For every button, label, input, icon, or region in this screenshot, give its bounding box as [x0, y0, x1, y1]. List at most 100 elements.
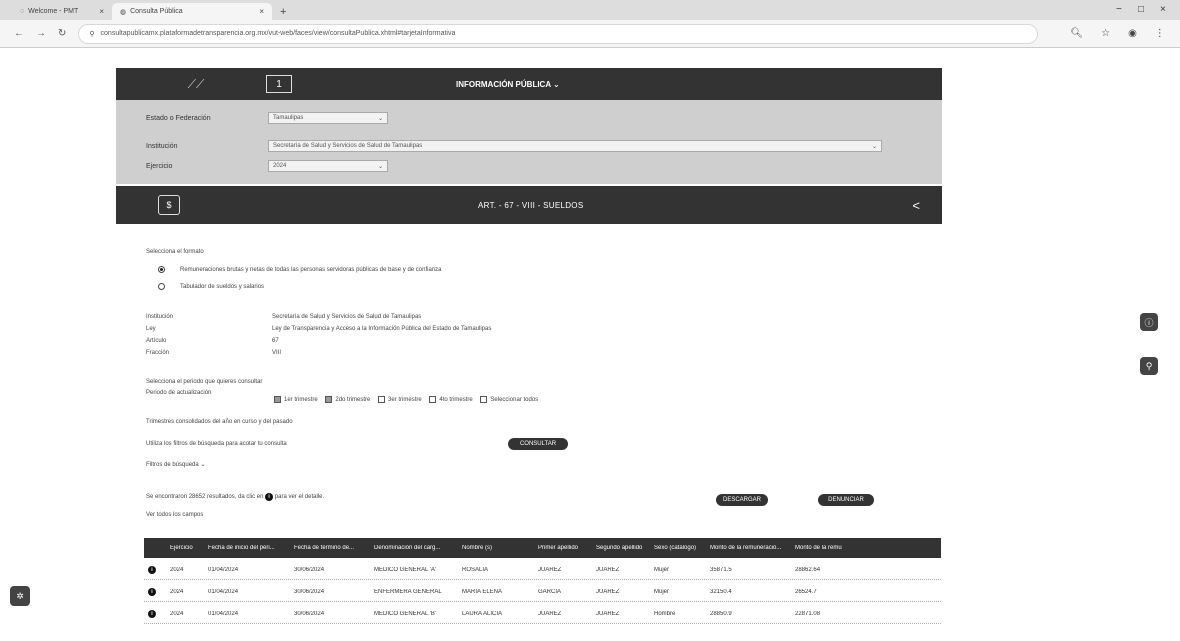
ejercicio-label: Ejercicio: [146, 162, 173, 170]
back-icon[interactable]: ←: [14, 28, 24, 39]
column-header[interactable]: Segundo apellido: [592, 545, 650, 551]
format-radio-tabulador[interactable]: [158, 283, 165, 290]
descargar-button[interactable]: DESCARGAR: [716, 494, 768, 506]
informacion-publica-menu[interactable]: INFORMACIÓN PÚBLICA ⌄: [456, 80, 560, 89]
row-detail-icon[interactable]: i: [148, 609, 156, 618]
table-cell: JUAREZ: [596, 588, 620, 595]
menu-icon[interactable]: ⋮: [1155, 28, 1165, 39]
browser-tab-consulta[interactable]: ◍ Consulta Pública ×: [112, 3, 272, 20]
table-cell: 30/06/2024: [294, 566, 325, 573]
minimize-icon[interactable]: −: [1116, 4, 1122, 15]
table-cell: GARCIA: [538, 588, 562, 595]
zoom-icon[interactable]: 🔍︎: [1070, 28, 1083, 39]
browser-toolbar: ← → ↻ ⚲ consultapublicamx.plataformadetr…: [0, 20, 1180, 48]
column-header[interactable]: Ejercicio: [166, 545, 204, 551]
checkbox-trimestre-3[interactable]: [378, 396, 386, 403]
detail-institucion-label: Institución: [146, 314, 174, 320]
info-side-icon[interactable]: ⓘ: [1140, 313, 1158, 331]
bookmark-star-icon[interactable]: ☆: [1101, 28, 1110, 39]
table-cell: JUAREZ: [538, 566, 562, 573]
close-window-icon[interactable]: ×: [1160, 4, 1166, 15]
checkbox-label: Seleccionar todos: [490, 397, 539, 404]
table-cell: JUAREZ: [538, 610, 562, 617]
column-header[interactable]: Sexo (catálogo): [650, 545, 706, 551]
table-row: i 2024 01/04/2024 30/06/2024 ENFERMERA G…: [144, 582, 941, 602]
detail-fraccion-label: Fracción: [146, 350, 170, 356]
table-cell: 28850.9: [710, 610, 732, 617]
column-header[interactable]: Primer apellido: [534, 545, 592, 551]
column-header[interactable]: Fecha de término de...: [290, 545, 370, 551]
globe-icon: ◍: [120, 8, 127, 16]
column-header[interactable]: Monto de la remu: [791, 545, 859, 551]
search-filters-toggle[interactable]: Filtros de búsqueda ⌄: [146, 461, 205, 468]
table-cell: LAURA ALICIA: [462, 610, 503, 617]
estado-value: Tamaulipas: [273, 115, 304, 121]
table-cell: MEDICO GENERAL 'B': [374, 610, 437, 617]
accessibility-icon[interactable]: ✲: [10, 586, 30, 606]
detail-fraccion-value: VIII: [272, 350, 282, 356]
column-header[interactable]: Denominación del carg...: [370, 545, 458, 551]
table-cell: Mujer: [654, 588, 670, 595]
home-icon[interactable]: 1: [266, 75, 292, 93]
institucion-select[interactable]: Secretaría de Salud y Servicios de Salud…: [268, 140, 882, 152]
checkbox-label: 1er trimestre: [284, 397, 318, 404]
denunciar-button[interactable]: DENUNCIAR: [818, 494, 874, 506]
row-detail-icon[interactable]: i: [148, 587, 156, 596]
checkbox-trimestre-1[interactable]: [274, 396, 281, 403]
browser-tab-welcome[interactable]: ◌ Welcome - PMT ×: [12, 3, 112, 20]
checkbox-trimestre-2[interactable]: [325, 396, 333, 403]
table-cell: 30/06/2024: [294, 588, 325, 595]
url-text: consultapublicamx.plataformadetransparen…: [100, 30, 456, 37]
chevron-down-icon: ⌄: [871, 143, 877, 150]
period-checkboxes: 1er trimestre 2do trimestre 3er trimestr…: [268, 396, 538, 403]
close-icon[interactable]: ×: [99, 7, 104, 16]
table-cell: 32150.4: [710, 588, 732, 595]
institucion-label: Institución: [146, 142, 178, 150]
chevron-down-icon: ⌄: [377, 163, 383, 170]
new-tab-button[interactable]: +: [272, 3, 294, 20]
checkbox-label: 3er trimestre: [388, 397, 422, 404]
table-cell: JUAREZ: [596, 566, 620, 573]
address-bar[interactable]: ⚲ consultapublicamx.plataformadetranspar…: [78, 23, 1039, 44]
sueldos-icon: $: [158, 195, 180, 215]
checkbox-trimestre-4[interactable]: [429, 396, 437, 403]
estado-select[interactable]: Tamaulipas ⌄: [268, 112, 388, 124]
table-cell: 26524.7: [795, 588, 817, 595]
see-all-fields-link[interactable]: Ver todos los campos: [146, 512, 203, 518]
maximize-icon[interactable]: □: [1138, 4, 1144, 15]
consultar-button[interactable]: CONSULTAR: [508, 438, 568, 450]
table-cell: ENFERMERA GENERAL: [374, 588, 442, 595]
column-header[interactable]: Monto de la remuneració...: [706, 545, 791, 551]
site-info-icon[interactable]: ⚲: [89, 30, 94, 38]
section-header: $ ART. - 67 - VIII - SUELDOS <: [116, 186, 942, 224]
checkbox-label: 4to trimestre: [439, 397, 473, 404]
pnt-logo-icon[interactable]: ⟋⟋: [166, 77, 226, 92]
checkbox-select-all[interactable]: [480, 396, 488, 403]
reload-icon[interactable]: ↻: [58, 28, 66, 39]
info-icon: i: [265, 493, 274, 501]
ejercicio-select[interactable]: 2024 ⌄: [268, 160, 388, 172]
extension-icon[interactable]: ◉: [1128, 28, 1137, 39]
table-cell: JUAREZ: [596, 610, 620, 617]
site-header: ⟋⟋ 1 INFORMACIÓN PÚBLICA ⌄: [116, 68, 942, 100]
share-icon[interactable]: <: [912, 198, 920, 213]
column-header[interactable]: Fecha de inicio del peri...: [204, 545, 290, 551]
table-cell: MEDICO GENERAL 'A': [374, 566, 437, 573]
format-option-label: Remuneraciones brutas y netas de todas l…: [180, 267, 442, 273]
row-detail-icon[interactable]: i: [148, 565, 156, 574]
format-radio-remuneraciones[interactable]: [158, 266, 165, 273]
search-side-icon[interactable]: ⚲: [1140, 357, 1158, 375]
table-row: i 2024 01/04/2024 30/06/2024 MEDICO GENE…: [144, 604, 941, 624]
results-summary-suffix: para ver el detalle.: [274, 494, 325, 500]
period-prompt: Selecciona el periodo que quieres consul…: [146, 379, 263, 385]
results-summary: Se encontraron 28652 resultados, da clic…: [146, 493, 324, 501]
forward-icon[interactable]: →: [36, 28, 46, 39]
results-summary-text: Se encontraron 28652 resultados, da clic…: [146, 494, 264, 500]
table-cell: 2024: [170, 566, 184, 573]
table-cell: ROSALIA: [462, 566, 489, 573]
column-header[interactable]: Nombre (s): [458, 545, 534, 551]
table-cell: 2024: [170, 610, 184, 617]
table-cell: Mujer: [654, 566, 670, 573]
close-icon[interactable]: ×: [259, 7, 264, 16]
globe-icon: ◌: [20, 8, 25, 15]
